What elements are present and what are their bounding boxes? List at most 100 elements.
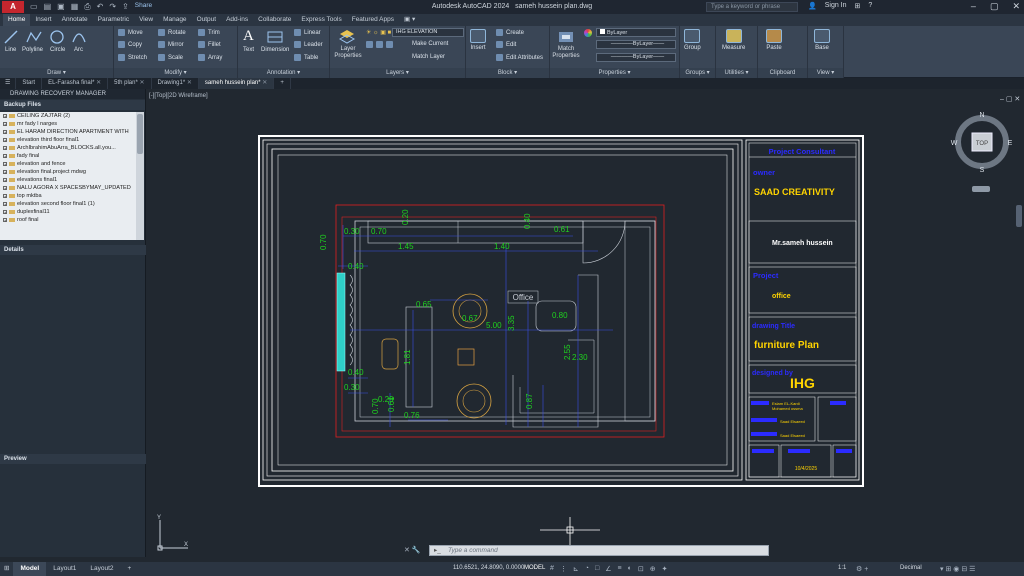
mirror-button[interactable]: Mirror	[158, 41, 184, 48]
dimension-text[interactable]: 0.70	[319, 234, 328, 250]
modify-panel-title[interactable]: Modify ▾	[114, 68, 237, 78]
lineweight-combo[interactable]: ————ByLayer——	[596, 53, 676, 62]
annotation-scale[interactable]: 1:1	[838, 565, 846, 571]
backup-file-item[interactable]: + fady final	[0, 152, 136, 160]
arc-button[interactable]: Arc	[74, 47, 83, 53]
expand-icon[interactable]: +	[3, 130, 7, 135]
ribbon-tab-collaborate[interactable]: Collaborate	[253, 14, 296, 26]
model-space-toggle[interactable]: MODEL	[524, 565, 545, 571]
dimension-text[interactable]: 5.00	[486, 321, 502, 330]
document-tab[interactable]: 5th plan* ✕	[108, 78, 152, 89]
match-properties-button[interactable]: Match Properties	[551, 46, 581, 60]
backup-file-item[interactable]: + elevation and fence	[0, 160, 136, 168]
measure-button[interactable]: Measure	[722, 29, 745, 51]
expand-icon[interactable]: +	[3, 194, 7, 199]
draw-panel-title[interactable]: Draw ▾	[0, 68, 113, 78]
ribbon-options-icon[interactable]: ▣ ▾	[399, 14, 420, 26]
status-tools[interactable]: ▾ ⊞ ◉ ⊟ ☰	[940, 565, 975, 573]
polyline-button[interactable]: Polyline	[22, 47, 43, 53]
ribbon-tab-view[interactable]: View	[134, 14, 158, 26]
move-button[interactable]: Move	[118, 29, 143, 36]
minimize-button[interactable]: –	[971, 1, 976, 12]
expand-icon[interactable]: +	[3, 170, 7, 175]
leader-button[interactable]: Leader	[294, 41, 323, 48]
dimension-text[interactable]: 0.40	[523, 213, 532, 229]
backup-file-item[interactable]: + elevations final1	[0, 176, 136, 184]
layer-tool-icon[interactable]	[386, 41, 393, 48]
annotation-visibility-icon[interactable]: ✦	[662, 565, 668, 573]
document-tab[interactable]: sameh hussein plan* ✕	[198, 78, 275, 89]
backup-file-item[interactable]: + CEILING ZAJTAR (2)	[0, 112, 136, 120]
ribbon-tab-annotate[interactable]: Annotate	[57, 14, 93, 26]
backup-file-item[interactable]: + mr fady l narges	[0, 120, 136, 128]
dimension-text[interactable]: 3.35	[507, 315, 516, 331]
backup-file-item[interactable]: + NALU AGORA X SPACESBYMAY_UPDATED	[0, 184, 136, 192]
document-tab[interactable]: EL-Farasha final* ✕	[42, 78, 109, 89]
expand-icon[interactable]: +	[3, 146, 7, 151]
layer-state-icons[interactable]: ☀ ☼ ▣ ■	[366, 29, 391, 36]
expand-icon[interactable]: +	[3, 162, 7, 167]
user-icon[interactable]: 👤	[808, 2, 817, 10]
snap-icon[interactable]: ⋮	[560, 565, 567, 573]
layout1-tab[interactable]: Layout1	[46, 562, 83, 576]
array-button[interactable]: Array	[198, 54, 222, 61]
layer-tool-icon[interactable]	[376, 41, 383, 48]
fillet-button[interactable]: Fillet	[198, 41, 221, 48]
expand-icon[interactable]: +	[3, 122, 7, 127]
search-input[interactable]: Type a keyword or phrase	[706, 2, 798, 12]
layer-combo[interactable]: IHG ELEVATION	[392, 28, 464, 37]
dimension-text[interactable]: 0.30	[344, 227, 360, 236]
expand-icon[interactable]: +	[3, 202, 7, 207]
expand-icon[interactable]: +	[3, 218, 7, 223]
dimension-text[interactable]: 0.76	[404, 411, 420, 420]
close-tab-icon[interactable]: ✕	[261, 80, 267, 86]
dimension-text[interactable]: 0.40	[348, 368, 364, 377]
dimension-text[interactable]: 0.61	[554, 225, 570, 234]
ribbon-tab-express-tools[interactable]: Express Tools	[296, 14, 346, 26]
layer-properties-button[interactable]: Layer Properties	[334, 46, 362, 60]
edit-attributes-button[interactable]: Edit Attributes	[496, 54, 543, 61]
insert-button[interactable]: Insert	[470, 29, 486, 51]
layer-tool-icon[interactable]	[366, 41, 373, 48]
cart-icon[interactable]: ⊞	[855, 2, 861, 10]
dimension-text[interactable]: 0.70	[371, 398, 380, 414]
color-combo[interactable]: ByLayer	[596, 28, 676, 37]
dimension-text[interactable]: 1.81	[403, 349, 412, 365]
viewport-window-controls[interactable]: – ▢ ✕	[1000, 95, 1020, 103]
backup-file-item[interactable]: + elevation third floor final1	[0, 136, 136, 144]
osnap-icon[interactable]: □	[595, 565, 599, 573]
backup-file-item[interactable]: + elevation second floor final1 (1)	[0, 200, 136, 208]
circle-button[interactable]: Circle	[50, 47, 65, 53]
edit-button[interactable]: Edit	[496, 41, 516, 48]
dimension-text[interactable]: 2.55	[563, 344, 572, 360]
dimension-text[interactable]: 1.45	[398, 242, 414, 251]
backup-file-item[interactable]: + ArchIbrahimAbuArra_BLOCKS.all.you...	[0, 144, 136, 152]
compass-north[interactable]: N	[979, 112, 984, 119]
ortho-icon[interactable]: ⊾	[573, 565, 579, 573]
document-tab[interactable]: Drawing1* ✕	[152, 78, 199, 89]
backup-file-item[interactable]: + roof final	[0, 216, 136, 224]
add-layout-button[interactable]: +	[121, 562, 139, 576]
polar-icon[interactable]: ◔	[585, 565, 589, 573]
block-panel-title[interactable]: Block ▾	[466, 68, 549, 78]
backup-file-item[interactable]: + duplexfinal11	[0, 208, 136, 216]
dimension-text[interactable]: 0.65	[416, 300, 432, 309]
groups-panel-title[interactable]: Groups ▾	[680, 68, 715, 78]
view-panel-title[interactable]: View ▾	[808, 68, 843, 78]
paste-button[interactable]: Paste	[766, 29, 782, 51]
close-tab-icon[interactable]: ✕	[138, 80, 144, 86]
stretch-button[interactable]: Stretch	[118, 54, 147, 61]
expand-icon[interactable]: +	[3, 178, 7, 183]
expand-icon[interactable]: +	[3, 138, 7, 143]
dimension-text[interactable]: 0.40	[348, 262, 364, 271]
create-button[interactable]: Create	[496, 29, 524, 36]
dimension-button[interactable]: Dimension	[261, 47, 289, 53]
viewcube[interactable]: TOP N S E W	[950, 108, 1014, 198]
expand-icon[interactable]: +	[3, 114, 7, 119]
expand-icon[interactable]: +	[3, 186, 7, 191]
layout2-tab[interactable]: Layout2	[83, 562, 120, 576]
trim-button[interactable]: Trim	[198, 29, 220, 36]
color-icon[interactable]	[584, 29, 592, 37]
close-tab-icon[interactable]: ✕	[185, 80, 192, 86]
right-toolbar-handle[interactable]	[1016, 205, 1022, 227]
